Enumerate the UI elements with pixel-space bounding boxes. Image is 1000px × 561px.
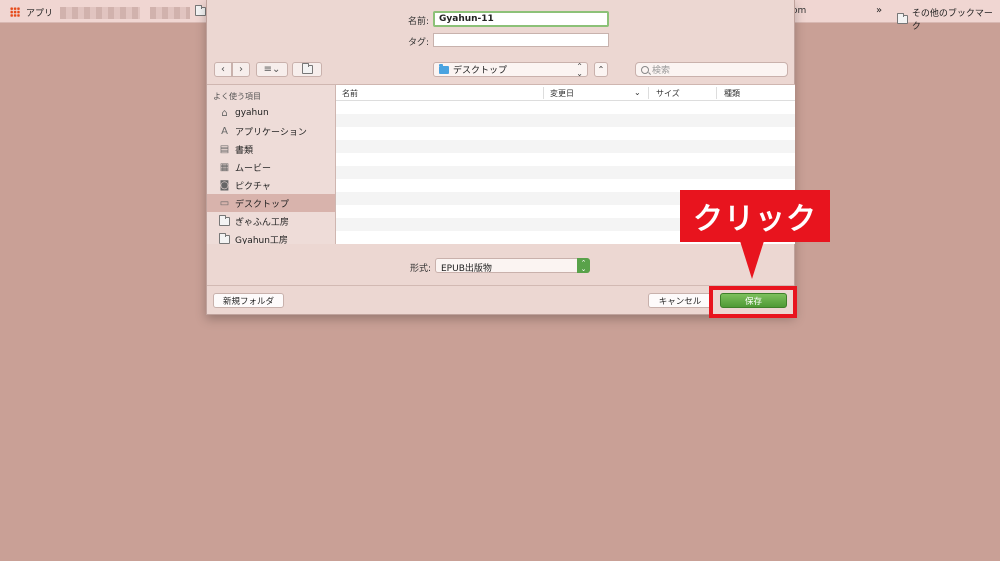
sidebar-item[interactable]: Gyahun工房 bbox=[207, 230, 335, 244]
camera-icon: ◙ bbox=[219, 179, 230, 191]
divider bbox=[207, 285, 794, 286]
filename-input[interactable]: Gyahun-11 bbox=[433, 11, 609, 27]
new-folder-toolbar-button[interactable] bbox=[292, 62, 322, 77]
column-separator bbox=[543, 87, 544, 99]
empty-row bbox=[336, 114, 795, 127]
desktop-folder-icon bbox=[439, 63, 449, 74]
sidebar-item-label: gyahun bbox=[235, 108, 269, 118]
column-size[interactable]: サイズ bbox=[656, 88, 680, 99]
folder-icon bbox=[897, 12, 908, 24]
cancel-button[interactable]: キャンセル bbox=[648, 293, 712, 308]
sidebar-item-label: ムービー bbox=[235, 163, 272, 174]
movies-icon: ▦ bbox=[219, 161, 230, 173]
format-value: EPUB出版物 bbox=[441, 264, 492, 274]
empty-row bbox=[336, 140, 795, 153]
blurred-bookmark[interactable] bbox=[150, 7, 190, 19]
collapse-button[interactable]: ⌃ bbox=[594, 62, 608, 77]
folder-icon bbox=[219, 214, 230, 227]
empty-row bbox=[336, 101, 795, 114]
folder-icon bbox=[219, 232, 230, 244]
sidebar-item[interactable]: ▭ デスクトップ bbox=[207, 194, 335, 212]
desktop-icon: ▭ bbox=[219, 197, 230, 209]
column-kind[interactable]: 種類 bbox=[724, 88, 740, 99]
location-label: デスクトップ bbox=[453, 66, 508, 76]
sidebar-item-label: デスクトップ bbox=[235, 199, 290, 210]
sidebar-item[interactable]: ◙ ピクチャ bbox=[207, 176, 335, 194]
chevron-up-icon: ⌃ bbox=[597, 65, 605, 74]
folder-icon bbox=[219, 214, 230, 226]
sort-chevron-icon: ⌄ bbox=[634, 88, 641, 97]
sidebar-item-label: アプリケーション bbox=[235, 127, 307, 138]
empty-row bbox=[336, 153, 795, 166]
sidebar-item-label: ぎゃふん工房 bbox=[235, 217, 289, 228]
other-bookmarks[interactable]: その他のブックマーク bbox=[897, 6, 1000, 32]
sidebar-item-label: 書類 bbox=[235, 145, 254, 156]
column-modified[interactable]: 変更日 bbox=[550, 88, 574, 99]
callout-text: クリック bbox=[693, 202, 817, 237]
sidebar-heading: よく使う項目 bbox=[213, 92, 261, 101]
folder-icon bbox=[219, 232, 230, 245]
sidebar-item[interactable]: ▦ ムービー bbox=[207, 158, 335, 176]
name-label: 名前: bbox=[407, 17, 429, 27]
column-separator bbox=[716, 87, 717, 99]
chevron-left-icon: ‹ bbox=[221, 64, 225, 75]
empty-row bbox=[336, 166, 795, 179]
format-label: 形式: bbox=[409, 264, 431, 274]
tags-label: タグ: bbox=[407, 38, 429, 48]
sidebar-item-label: Gyahun工房 bbox=[235, 235, 288, 245]
applications-icon: A bbox=[221, 125, 228, 137]
blurred-bookmark[interactable] bbox=[60, 7, 140, 19]
column-separator bbox=[648, 87, 649, 99]
bookmark-apps[interactable]: アプリ bbox=[26, 6, 53, 19]
sidebar-item[interactable]: ▤ 書類 bbox=[207, 140, 335, 158]
empty-row bbox=[336, 127, 795, 140]
forward-button[interactable]: › bbox=[232, 62, 250, 77]
home-icon: ⌂ bbox=[221, 107, 228, 119]
callout-pointer bbox=[740, 241, 764, 279]
sidebar-item[interactable]: A アプリケーション bbox=[207, 122, 335, 140]
sidebar: よく使う項目 ⌂ gyahun A アプリケーション ▤ 書類 ▦ ムービー ◙ ピクチャ ▭ デスク… bbox=[207, 84, 335, 244]
back-button[interactable]: ‹ bbox=[214, 62, 232, 77]
search-icon bbox=[641, 65, 649, 74]
documents-icon: ▤ bbox=[219, 143, 230, 155]
location-popup[interactable]: デスクトップ ⌃ ⌄ bbox=[433, 62, 588, 78]
folder-icon[interactable] bbox=[195, 5, 206, 16]
format-select[interactable]: EPUB出版物 ⌃ ⌄ bbox=[435, 258, 590, 274]
tags-input[interactable] bbox=[433, 33, 609, 47]
column-name[interactable]: 名前 bbox=[342, 88, 358, 99]
sidebar-item[interactable]: ⌂ gyahun bbox=[207, 104, 335, 122]
more-bookmarks-chevron-icon[interactable]: » bbox=[876, 5, 882, 16]
view-options-button[interactable]: ≡⌄ bbox=[256, 62, 288, 77]
popup-arrows-icon: ⌃ ⌄ bbox=[577, 258, 590, 273]
sidebar-item[interactable]: ぎゃふん工房 bbox=[207, 212, 335, 230]
new-folder-button[interactable]: 新規フォルダ bbox=[213, 293, 284, 308]
save-highlight-box bbox=[709, 286, 797, 318]
click-callout: クリック bbox=[680, 190, 830, 242]
list-view-icon: ≡⌄ bbox=[263, 64, 281, 75]
popup-arrows-icon: ⌃ ⌄ bbox=[576, 62, 583, 78]
search-placeholder: 検索 bbox=[652, 66, 671, 76]
new-folder-icon bbox=[301, 63, 313, 74]
search-input[interactable]: 検索 bbox=[635, 62, 788, 77]
sidebar-item-label: ピクチャ bbox=[235, 181, 271, 192]
chevron-right-icon: › bbox=[239, 64, 243, 75]
file-list-header: 名前 変更日 ⌄ サイズ 種類 bbox=[336, 85, 795, 101]
save-dialog: 名前: Gyahun-11 タグ: ‹ › ≡⌄ デスクトップ ⌃ ⌄ ⌃ 検索 … bbox=[206, 0, 795, 315]
apps-grid-icon[interactable] bbox=[10, 7, 20, 17]
other-bookmarks-label: その他のブックマーク bbox=[911, 9, 993, 32]
